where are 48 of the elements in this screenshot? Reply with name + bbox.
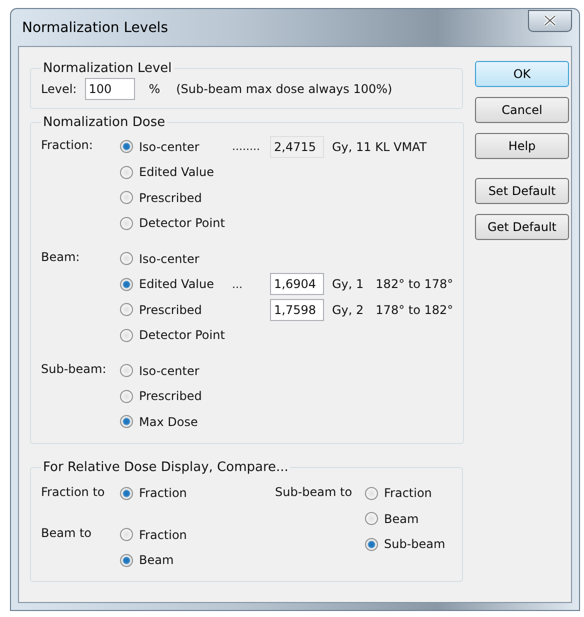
section-label: Beam: [41,249,81,266]
radio-button[interactable]: Sub-beam [365,537,446,552]
level-field[interactable]: 100 [84,78,135,100]
radio-button[interactable]: Iso-center [120,252,200,266]
dialog-button[interactable]: Cancel [475,97,569,123]
group-title: Normalization Level [42,61,173,76]
angle-range: 182° to 178° [376,277,454,292]
section-label: Fraction to [41,484,106,500]
window-title: Normalization Levels [21,20,168,36]
section-label: Sub-beam to [275,484,354,500]
dialog-button[interactable]: Set Default [475,178,569,204]
dialog-button[interactable]: Get Default [475,214,569,240]
group-title: For Relative Dose Display, Compare... [42,460,290,474]
radio-button[interactable]: Fraction [120,528,255,542]
dot-leader: ... [232,278,242,291]
radio-button[interactable]: Prescribed [120,302,232,317]
angle-range: 178° to 182° [376,302,454,317]
radio-button[interactable]: Edited Value [120,165,214,180]
section-label: Beam to [41,525,93,542]
unit-label: % [148,82,160,96]
group-title: Nomalization Dose [42,115,166,130]
radio-button[interactable]: Prescribed [120,389,202,404]
radio-button[interactable]: Beam [120,553,255,568]
close-button[interactable] [528,10,572,32]
dialog-button[interactable]: OK [475,61,569,87]
dose-unit: Gy, 11 KL VMAT [332,140,427,154]
dose-field[interactable]: 2,4715 [270,136,324,158]
radio-button[interactable]: Detector Point [120,328,225,342]
dose-unit: Gy, 2 [332,302,364,317]
radio-button[interactable]: Iso-center [120,140,232,154]
close-icon [544,15,556,26]
section-label: Fraction: [41,137,94,154]
radio-button[interactable]: Edited Value [120,277,232,292]
radio-button[interactable]: Prescribed [120,190,202,205]
dose-field[interactable]: 1,6904 [270,273,324,296]
level-label: Level: [41,82,77,96]
note-text: (Sub-beam max dose always 100%) [176,82,392,96]
dose-unit: Gy, 1 [332,277,364,292]
dose-field[interactable]: 1,7598 [270,298,324,321]
radio-button[interactable]: Fraction [365,486,432,500]
radio-button[interactable]: Fraction [120,486,255,500]
dot-leader: ........ [232,140,260,154]
radio-button[interactable]: Detector Point [120,216,225,230]
section-label: Sub-beam: [41,361,108,378]
radio-button[interactable]: Beam [365,512,419,526]
radio-button[interactable]: Max Dose [120,414,198,429]
dialog-button[interactable]: Help [475,133,569,159]
radio-button[interactable]: Iso-center [120,364,200,378]
